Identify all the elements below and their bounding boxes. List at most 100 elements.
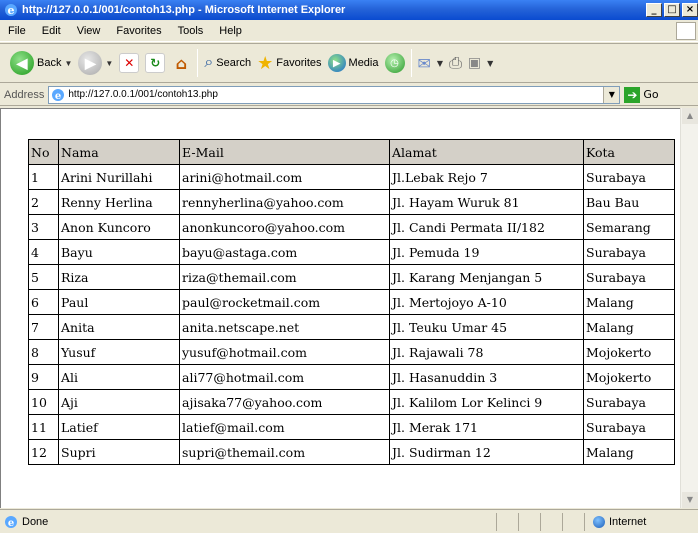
cell-no: 8 [28, 339, 59, 365]
address-url: http://127.0.0.1/001/contoh13.php [68, 89, 218, 100]
page-content: No Nama E-Mail Alamat Kota 1 Arini Nurill… [0, 108, 680, 508]
status-panel [562, 512, 580, 531]
media-label: Media [348, 57, 379, 69]
home-icon[interactable]: ⌂ [171, 53, 191, 73]
ie-logo-icon: e [5, 4, 17, 17]
cell-email: yusuf@hotmail.com [179, 339, 390, 365]
cell-nama: Anon Kuncoro [58, 214, 180, 240]
status-panel [496, 512, 514, 531]
security-zone: Internet [584, 512, 647, 531]
status-bar: e Done Internet [0, 509, 698, 533]
menu-view[interactable]: View [69, 25, 109, 37]
contact-table: No Nama E-Mail Alamat Kota 1 Arini Nurill… [28, 139, 675, 465]
cell-no: 7 [28, 314, 59, 340]
refresh-icon[interactable]: ↻ [145, 53, 166, 73]
cell-kota: Bau Bau [583, 189, 675, 215]
back-dropdown-icon[interactable]: ▼ [64, 59, 72, 68]
go-button[interactable]: ➔ Go [624, 86, 659, 103]
cell-kota: Surabaya [583, 164, 675, 190]
print-icon[interactable]: ⎙ [449, 53, 462, 73]
status-panel [540, 512, 558, 531]
cell-email: paul@rocketmail.com [179, 289, 390, 315]
title-bar[interactable]: e http://127.0.0.1/001/contoh13.php - Mi… [0, 0, 698, 20]
address-dropdown-icon[interactable]: ▼ [603, 86, 620, 103]
cell-alamat: Jl. Hayam Wuruk 81 [389, 189, 584, 215]
menu-tools[interactable]: Tools [170, 25, 212, 37]
cell-no: 10 [28, 389, 59, 415]
cell-email: riza@themail.com [179, 264, 390, 290]
cell-kota: Surabaya [583, 389, 675, 415]
mail-icon[interactable]: ✉ [418, 54, 431, 73]
svg-text:e: e [8, 518, 14, 529]
zone-label: Internet [609, 515, 647, 528]
cell-nama: Paul [58, 289, 180, 315]
vertical-scrollbar[interactable]: ▲ ▼ [680, 108, 698, 508]
menu-file[interactable]: File [6, 25, 34, 37]
search-button[interactable]: ⌕ Search [204, 54, 251, 72]
stop-icon[interactable]: ✕ [119, 53, 140, 73]
go-arrow-icon: ➔ [624, 86, 641, 103]
minimize-button[interactable]: _ [646, 3, 662, 17]
cell-alamat: Jl. Mertojoyo A-10 [389, 289, 584, 315]
toolbar-separator-2 [410, 49, 412, 77]
edit-dropdown-icon[interactable]: ▼ [487, 59, 493, 68]
cell-email: latief@mail.com [179, 414, 390, 440]
cell-kota: Semarang [583, 214, 675, 240]
table-row: 4 Bayu bayu@astaga.com Jl. Pemuda 19 Surabay… [28, 239, 675, 265]
menu-help[interactable]: Help [211, 25, 250, 37]
svg-text:e: e [55, 91, 61, 102]
windows-logo-icon [676, 22, 696, 40]
history-icon[interactable]: ◷ [384, 53, 405, 73]
forward-button[interactable]: ▶ ▼ [78, 51, 113, 75]
menu-favorites[interactable]: Favorites [108, 25, 169, 37]
forward-dropdown-icon[interactable]: ▼ [105, 59, 113, 68]
scroll-down-icon[interactable]: ▼ [682, 492, 698, 508]
cell-nama: Latief [58, 414, 180, 440]
cell-nama: Ali [58, 364, 180, 390]
cell-alamat: Jl. Pemuda 19 [389, 239, 584, 265]
cell-no: 9 [28, 364, 59, 390]
cell-nama: Anita [58, 314, 180, 340]
favorites-button[interactable]: ★ Favorites [257, 53, 321, 74]
table-row: 11 Latief latief@mail.com Jl. Merak 171 Sura… [28, 414, 675, 440]
table-row: 12 Supri supri@themail.com Jl. Sudirman 12 M… [28, 439, 675, 465]
cell-no: 1 [28, 164, 59, 190]
cell-email: anonkuncoro@yahoo.com [179, 214, 390, 240]
scroll-up-icon[interactable]: ▲ [682, 108, 698, 124]
table-row: 9 Ali ali77@hotmail.com Jl. Hasanuddin 3 Moj… [28, 364, 675, 390]
cell-kota: Malang [583, 314, 675, 340]
menu-edit[interactable]: Edit [34, 25, 69, 37]
window-title: http://127.0.0.1/001/contoh13.php - Micr… [22, 4, 346, 16]
media-icon: ▶ [327, 54, 346, 72]
cell-alamat: Jl. Kalilom Lor Kelinci 9 [389, 389, 584, 415]
cell-no: 3 [28, 214, 59, 240]
toolbar-separator [197, 49, 199, 77]
cell-kota: Malang [583, 289, 675, 315]
cell-nama: Bayu [58, 239, 180, 265]
cell-alamat: Jl. Hasanuddin 3 [389, 364, 584, 390]
close-button[interactable]: × [682, 3, 698, 17]
globe-icon [593, 515, 605, 528]
mail-dropdown-icon[interactable]: ▼ [437, 59, 443, 68]
table-row: 6 Paul paul@rocketmail.com Jl. Mertojoyo A-… [28, 289, 675, 315]
back-label: Back [37, 57, 62, 69]
edit-icon[interactable]: ▣ [468, 55, 481, 71]
cell-kota: Malang [583, 439, 675, 465]
cell-alamat: Jl. Teuku Umar 45 [389, 314, 584, 340]
back-button[interactable]: ◀ Back ▼ [10, 51, 72, 75]
address-input[interactable]: e http://127.0.0.1/001/contoh13.php ▼ [48, 85, 621, 104]
page-icon: e [52, 88, 65, 102]
media-button[interactable]: ▶ Media [327, 54, 379, 72]
cell-email: bayu@astaga.com [179, 239, 390, 265]
cell-nama: Riza [58, 264, 180, 290]
cell-no: 5 [28, 264, 59, 290]
forward-arrow-icon: ▶ [78, 51, 103, 75]
maximize-button[interactable]: □ [664, 3, 680, 17]
cell-nama: Aji [58, 389, 180, 415]
favorites-label: Favorites [276, 57, 322, 69]
header-nama: Nama [58, 139, 180, 165]
cell-no: 2 [28, 189, 59, 215]
header-email: E-Mail [179, 139, 390, 165]
table-row: 2 Renny Herlina rennyherlina@yahoo.com Jl. … [28, 189, 675, 215]
svg-text:e: e [8, 4, 15, 17]
